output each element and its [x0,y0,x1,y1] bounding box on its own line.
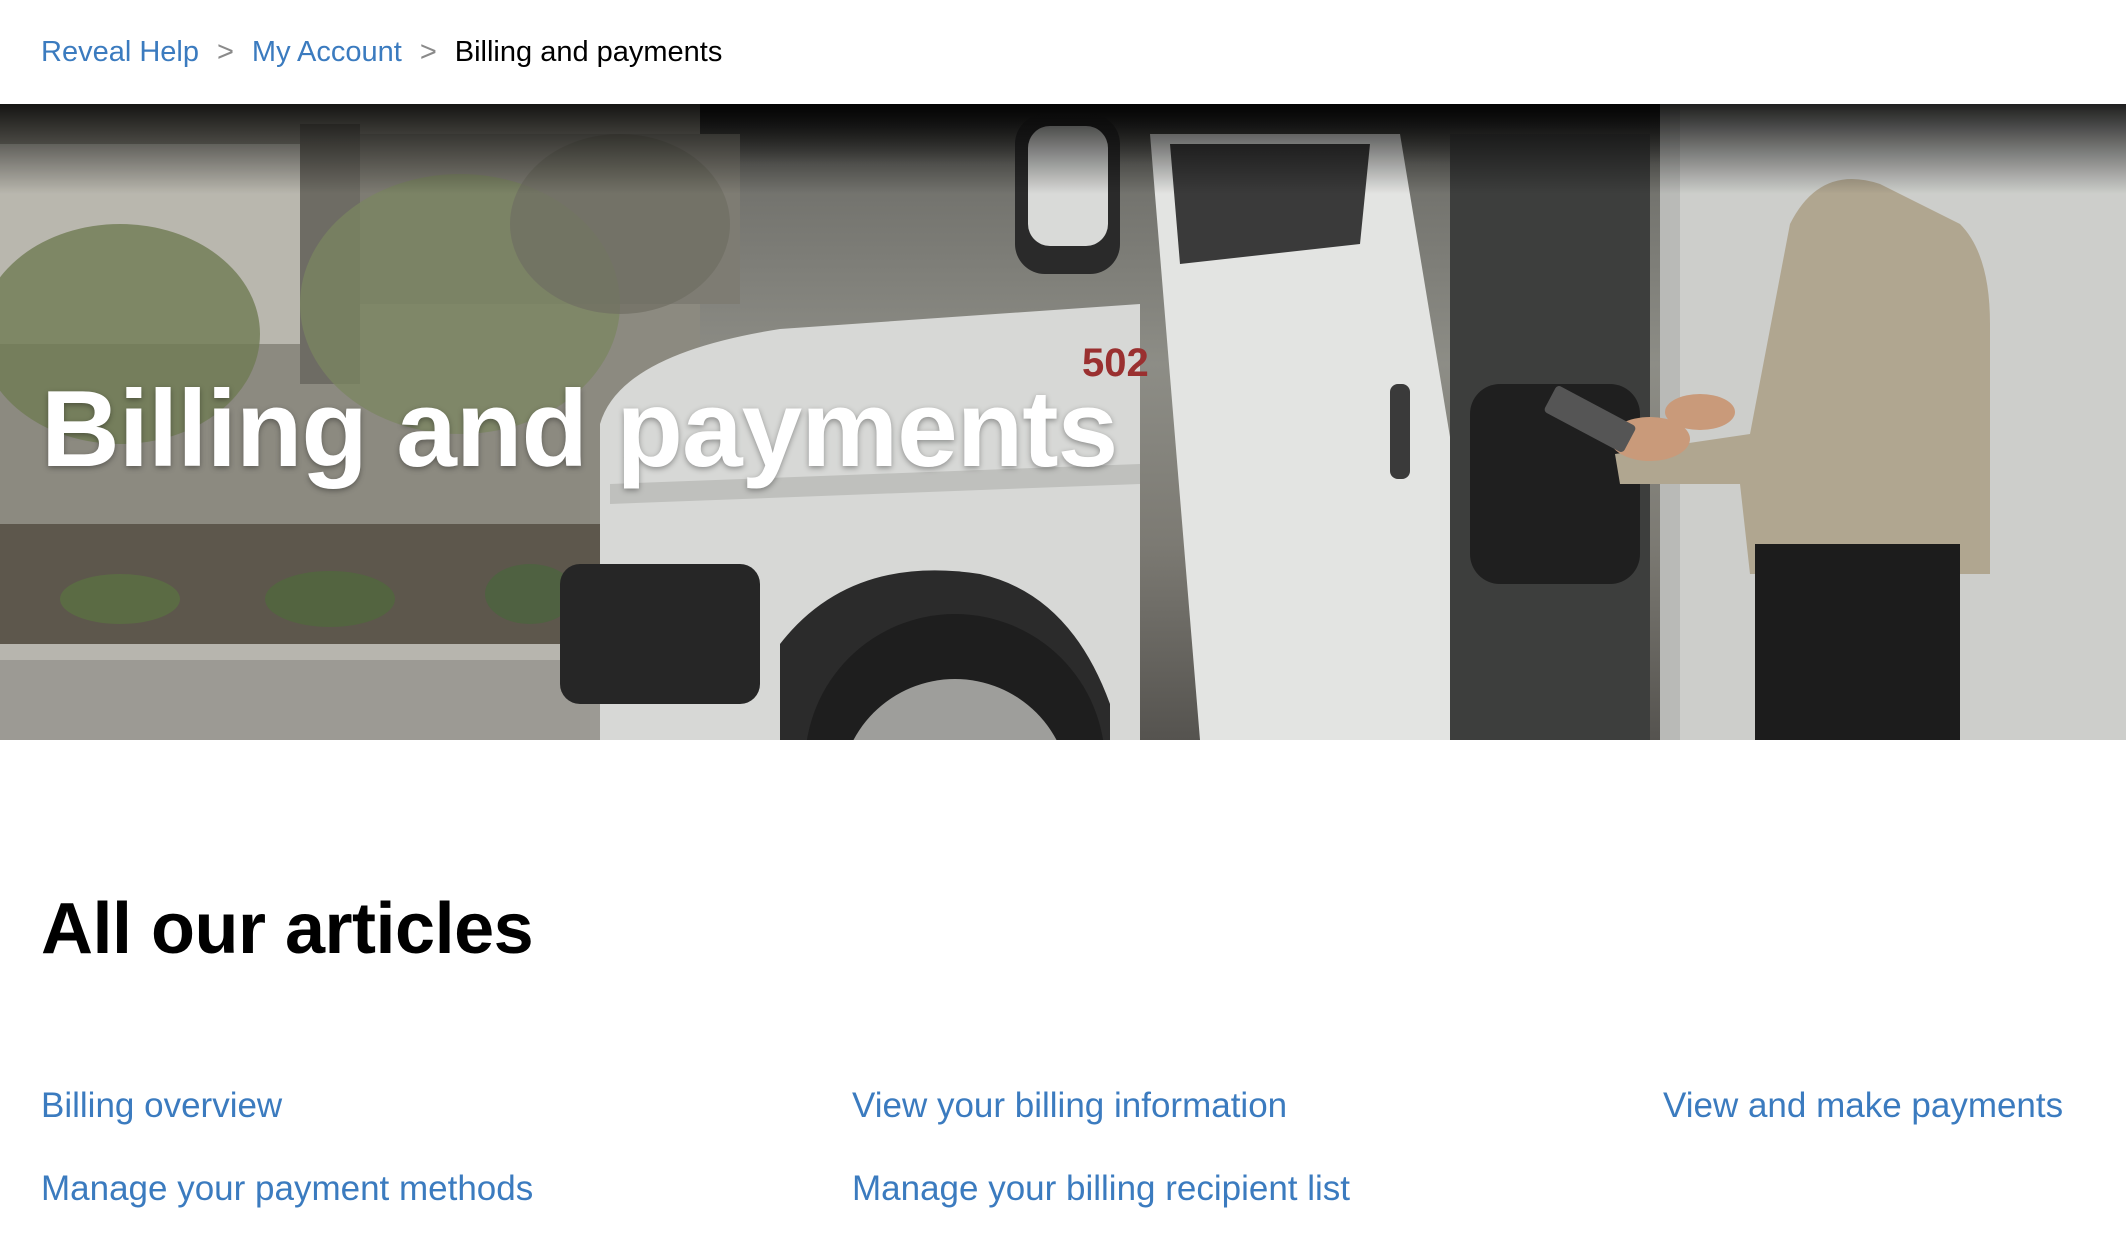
breadcrumb-separator: > [419,35,437,68]
article-link-view-make-payments[interactable]: View and make payments [1663,1086,2063,1125]
breadcrumb-separator: > [216,35,234,68]
page-title: Billing and payments [41,368,1118,490]
article-link-manage-billing-recipients[interactable]: Manage your billing recipient list [852,1169,1350,1208]
article-link-view-billing-information[interactable]: View your billing information [852,1086,1287,1125]
article-link-manage-payment-methods[interactable]: Manage your payment methods [41,1169,533,1208]
hero-shade [0,104,2126,194]
article-row: Manage your payment methods Manage your … [41,1147,2081,1230]
breadcrumb-link-my-account[interactable]: My Account [252,36,402,69]
breadcrumb-current: Billing and payments [454,35,723,68]
section-title: All our articles [41,889,534,969]
article-row: Billing overview View your billing infor… [41,1064,2081,1147]
hero-banner: 502 Billing and payments [0,104,2126,740]
article-link-billing-overview[interactable]: Billing overview [41,1086,282,1125]
breadcrumb: Reveal Help > My Account > Billing and p… [0,0,2126,104]
breadcrumb-link-reveal-help[interactable]: Reveal Help [41,36,199,69]
articles-list: Billing overview View your billing infor… [41,1064,2081,1230]
